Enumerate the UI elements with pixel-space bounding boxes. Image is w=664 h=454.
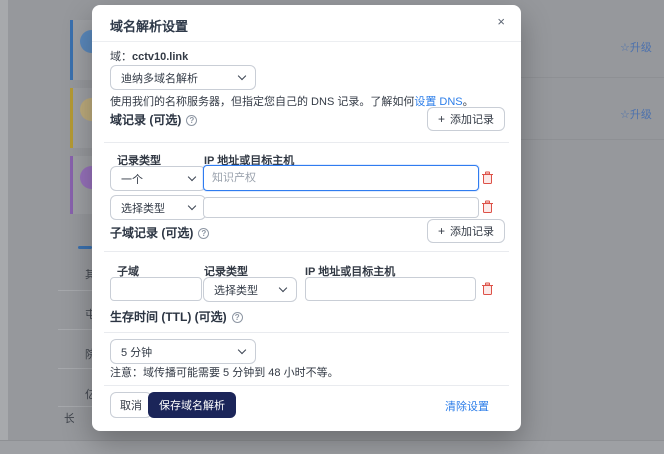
ip-address-input[interactable] (203, 197, 479, 218)
background-sidebar-edge (0, 0, 8, 454)
record-type-value: 选择类型 (214, 282, 258, 298)
description-text: 使用我们的名称服务器，但指定您自己的 DNS 记录。了解如何 (110, 96, 414, 108)
save-button[interactable]: 保存域名解析 (148, 392, 236, 418)
chevron-down-icon (188, 201, 196, 209)
divider (104, 142, 509, 143)
add-domain-record-button[interactable]: + 添加记录 (427, 107, 505, 131)
background-card-blue (70, 20, 92, 80)
record-type-select[interactable]: 选择类型 (203, 277, 297, 302)
trash-icon[interactable] (481, 171, 494, 185)
star-icon: ☆ (620, 42, 630, 54)
background-tab-indicator (78, 246, 92, 249)
add-subdomain-record-button[interactable]: + 添加记录 (427, 219, 505, 243)
divider (58, 329, 92, 330)
background-text-fragment: 其 (85, 266, 92, 282)
close-icon[interactable]: × (497, 15, 505, 28)
chevron-down-icon (238, 71, 246, 79)
dialog-header: 域名解析设置 × (92, 5, 521, 42)
background-text-fragment: 亿 (85, 386, 92, 402)
background-card-purple (70, 156, 92, 214)
cancel-button[interactable]: 取消 (110, 392, 152, 418)
help-icon[interactable]: ? (186, 115, 197, 126)
clear-settings-link[interactable]: 清除设置 (445, 398, 489, 414)
record-type-select[interactable]: 一个 (110, 166, 206, 191)
divider (521, 77, 664, 78)
ttl-heading: 生存时间 (TTL) (可选)? (110, 308, 243, 325)
divider (104, 385, 509, 386)
divider (104, 251, 509, 252)
background-card-yellow (70, 88, 92, 148)
ttl-select[interactable]: 5 分钟 (110, 339, 256, 364)
help-icon[interactable]: ? (198, 228, 209, 239)
dns-mode-select-value: 迪纳多域名解析 (121, 70, 198, 86)
card-accent-bar (70, 156, 73, 214)
divider (58, 290, 92, 291)
record-type-select[interactable]: 选择类型 (110, 195, 206, 220)
background-text-fragment: 院 (85, 346, 92, 362)
domain-records-heading: 域记录 (可选)? (110, 111, 197, 128)
record-type-value: 选择类型 (121, 200, 165, 216)
dns-description: 使用我们的名称服务器，但指定您自己的 DNS 记录。了解如何设置 DNS。 (110, 93, 474, 109)
background-text-fragment: 屯 (85, 306, 92, 322)
chevron-down-icon (279, 283, 287, 291)
divider (521, 139, 664, 140)
domain-label: 域： (110, 51, 132, 63)
screen: ☆升级 ☆升级 其 屯 院 亿 长 域名解析设置 × 域：cctv10.link… (0, 0, 664, 454)
background-bottom-row (0, 440, 664, 454)
ip-address-input[interactable] (305, 277, 476, 301)
dialog-title: 域名解析设置 (110, 16, 188, 35)
plus-icon: + (438, 112, 445, 126)
ttl-select-value: 5 分钟 (121, 344, 152, 360)
subdomain-records-heading: 子域记录 (可选)? (110, 224, 209, 241)
chevron-down-icon (188, 172, 196, 180)
propagation-note: 注意：域传播可能需要 5 分钟到 48 小时不等。 (110, 364, 339, 380)
trash-icon[interactable] (481, 200, 494, 214)
domain-resolution-settings-dialog: 域名解析设置 × 域：cctv10.link 迪纳多域名解析 使用我们的名称服务… (92, 5, 521, 431)
upgrade-link: ☆升级 (620, 106, 660, 122)
trash-icon[interactable] (481, 282, 494, 296)
ip-address-input[interactable] (203, 165, 479, 191)
divider (104, 332, 509, 333)
subdomain-input[interactable] (110, 277, 202, 301)
record-type-value: 一个 (121, 171, 143, 187)
upgrade-link: ☆升级 (620, 39, 660, 55)
card-accent-bar (70, 20, 73, 80)
plus-icon: + (438, 224, 445, 238)
background-text-fragment: 长 (64, 410, 74, 426)
domain-value: cctv10.link (132, 51, 188, 63)
card-accent-bar (70, 88, 73, 148)
help-icon[interactable]: ? (232, 312, 243, 323)
chevron-down-icon (238, 345, 246, 353)
divider (58, 406, 92, 407)
star-icon: ☆ (620, 109, 630, 121)
divider (58, 368, 92, 369)
dns-mode-select[interactable]: 迪纳多域名解析 (110, 65, 256, 90)
domain-line: 域：cctv10.link (110, 48, 188, 64)
